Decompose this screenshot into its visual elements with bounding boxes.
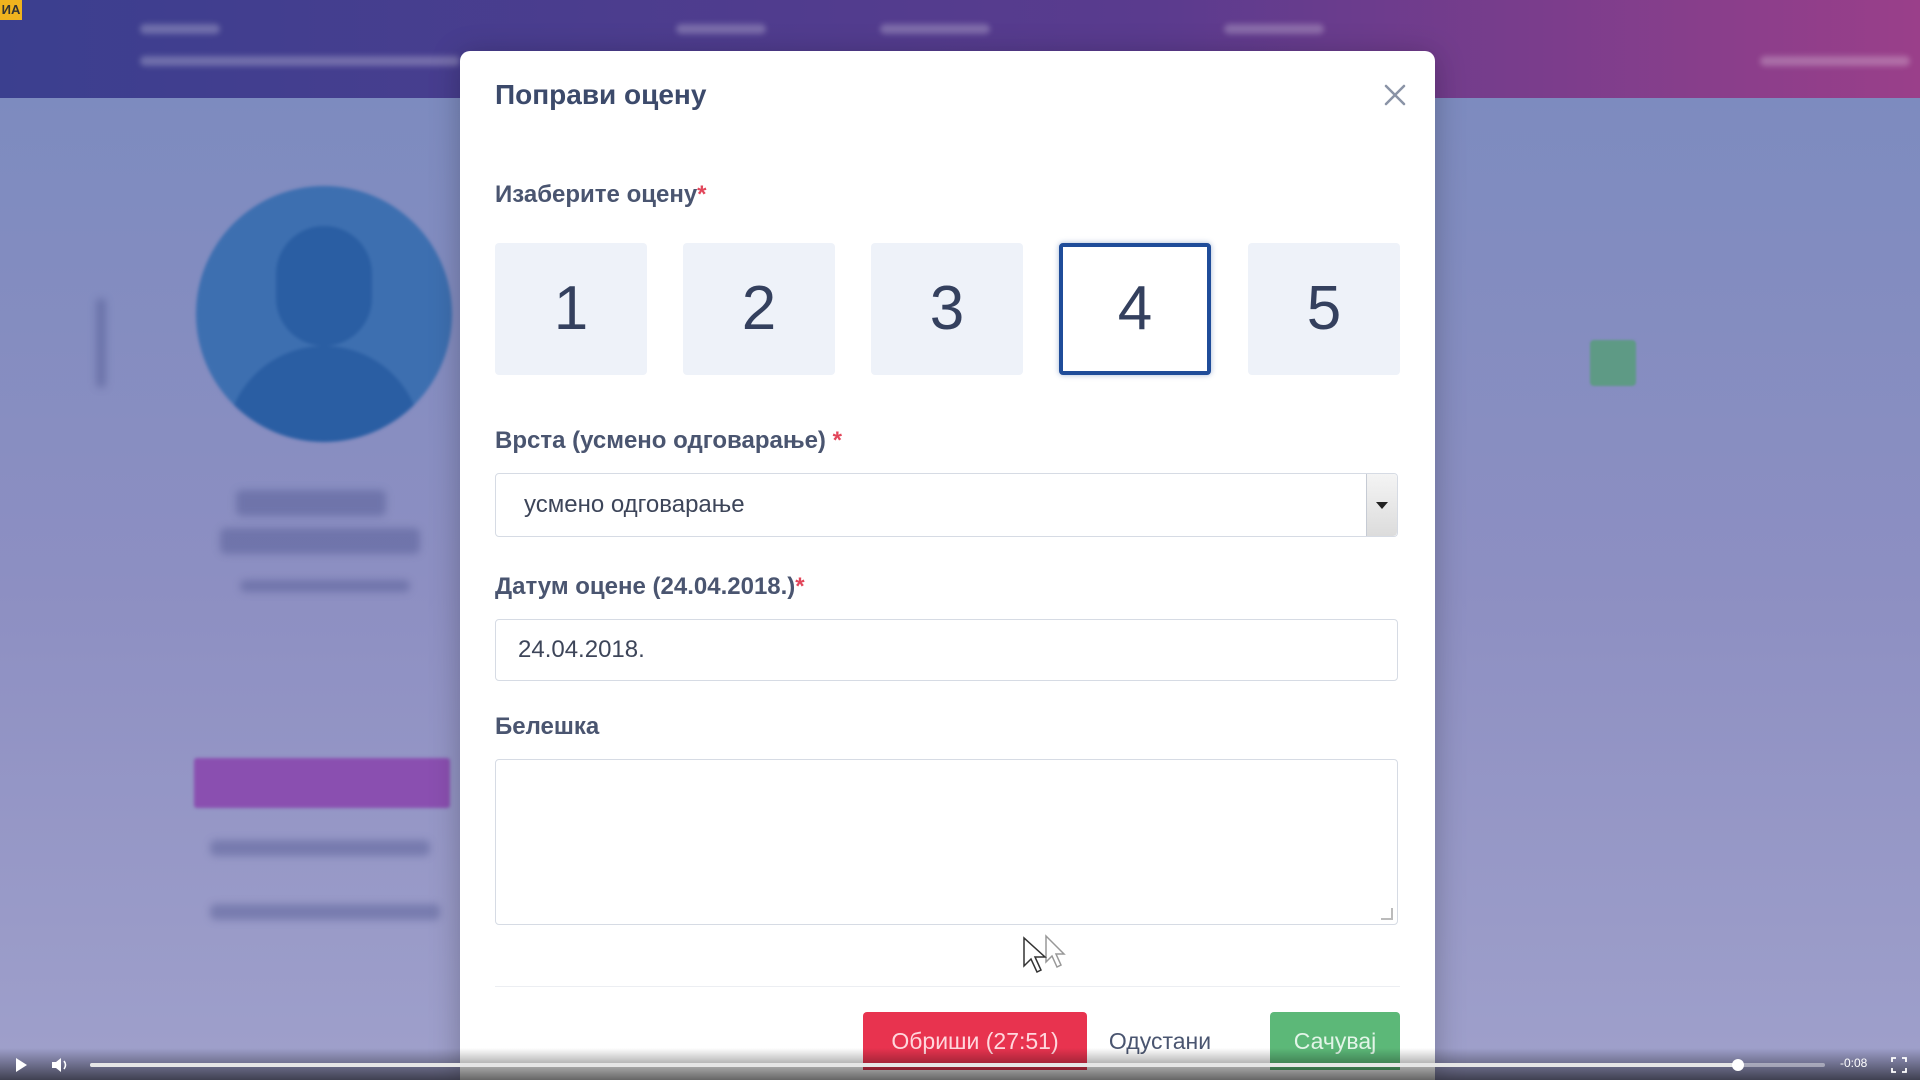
grade-option-2[interactable]: 2 — [683, 243, 835, 375]
note-textarea[interactable] — [495, 759, 1398, 925]
progress-handle[interactable] — [1732, 1059, 1745, 1071]
close-icon[interactable] — [1377, 77, 1413, 113]
grade-option-5[interactable]: 5 — [1248, 243, 1400, 375]
blur-line — [210, 840, 430, 856]
type-label: Врста (усмено одговарање) * — [495, 427, 842, 454]
time-remaining: -0:08 — [1840, 1056, 1868, 1070]
type-select-value: усмено одговарање — [524, 491, 745, 518]
blur-line — [240, 580, 410, 592]
progress-bar[interactable] — [90, 1059, 1825, 1071]
blur-line — [210, 904, 440, 920]
blur-line — [96, 298, 106, 388]
header-blur-text — [1224, 24, 1324, 34]
grade-option-4[interactable]: 4 — [1059, 243, 1211, 375]
play-icon[interactable] — [12, 1056, 30, 1074]
header-blur-text — [880, 24, 990, 34]
progress-fill — [90, 1063, 1739, 1067]
grade-selector: 1 2 3 4 5 — [495, 243, 1400, 379]
type-select[interactable]: усмено одговарање — [495, 473, 1398, 537]
fullscreen-icon[interactable] — [1890, 1056, 1908, 1074]
header-blur-text — [676, 24, 766, 34]
grade-label: Изаберите оцену* — [495, 181, 707, 208]
chevron-down-icon[interactable] — [1366, 474, 1397, 536]
blur-line — [220, 528, 420, 554]
grade-option-1[interactable]: 1 — [495, 243, 647, 375]
grade-option-3[interactable]: 3 — [871, 243, 1023, 375]
resize-grip-icon[interactable] — [1381, 908, 1393, 920]
header-blur-text — [1760, 56, 1910, 66]
background-button — [194, 758, 450, 808]
volume-icon[interactable] — [50, 1056, 72, 1074]
edit-grade-modal: Поправи оцену Изаберите оцену* 1 2 3 4 5… — [460, 51, 1435, 1080]
blur-line — [236, 490, 386, 516]
header-blur-text — [140, 56, 460, 66]
note-label: Белешка — [495, 713, 600, 740]
footer-divider — [495, 986, 1400, 987]
required-mark: * — [697, 181, 707, 208]
app-logo: ИА — [0, 0, 22, 20]
background-badge — [1590, 340, 1636, 386]
required-mark: * — [795, 573, 805, 600]
header-blur-text — [140, 24, 220, 34]
required-mark: * — [832, 427, 842, 454]
date-label: Датум оцене (24.04.2018.)* — [495, 573, 805, 600]
avatar — [196, 186, 452, 442]
mouse-cursor-icon — [1023, 936, 1047, 974]
modal-title: Поправи оцену — [495, 79, 707, 110]
video-player-bar: -0:08 — [0, 1048, 1920, 1080]
date-input[interactable]: 24.04.2018. — [495, 619, 1398, 681]
